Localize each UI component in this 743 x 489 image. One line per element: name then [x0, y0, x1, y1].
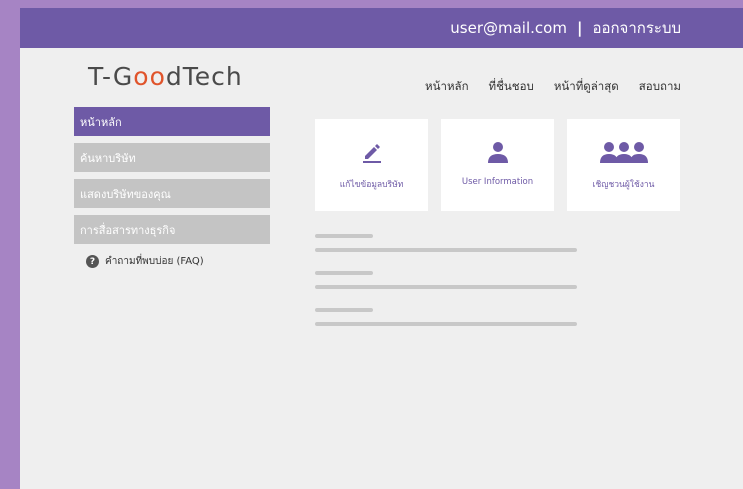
- logout-link[interactable]: ออกจากระบบ: [592, 16, 681, 40]
- pencil-icon: [315, 137, 428, 167]
- faq-label: คำถามที่พบบ่อย (FAQ): [105, 256, 204, 267]
- content-placeholder: [315, 234, 577, 345]
- card-label: User Information: [461, 177, 534, 187]
- logo-suffix: dTech: [165, 62, 243, 91]
- top-navigation: หน้าหลัก ที่ชื่นชอบ หน้าที่ดูล่าสุด สอบถ…: [425, 78, 681, 96]
- placeholder-line-long: [315, 248, 577, 252]
- sidebar-item-business-communication[interactable]: การสื่อสารทางธุรกิจ: [74, 215, 270, 244]
- placeholder-line-short: [315, 308, 373, 312]
- card-label: เชิญชวนผู้ใช้งาน: [592, 180, 655, 190]
- user-icon: [441, 137, 554, 167]
- nav-home[interactable]: หน้าหลัก: [425, 78, 469, 96]
- logo-accent: oo: [133, 62, 166, 91]
- logo[interactable]: T-GoodTech: [88, 62, 243, 91]
- nav-inquiry[interactable]: สอบถาม: [639, 78, 681, 96]
- app-frame: user@mail.com | ออกจากระบบ T-GoodTech หน…: [20, 8, 743, 489]
- users-group-icon: [567, 137, 680, 167]
- invite-users-card[interactable]: เชิญชวนผู้ใช้งาน: [567, 119, 680, 211]
- sidebar-item-show-your-company[interactable]: แสดงบริษัทของคุณ: [74, 179, 270, 208]
- sidebar-item-search-company[interactable]: ค้นหาบริษัท: [74, 143, 270, 172]
- user-information-card[interactable]: User Information: [441, 119, 554, 211]
- faq-link[interactable]: ? คำถามที่พบบ่อย (FAQ): [86, 254, 270, 269]
- logo-prefix: T-G: [88, 62, 134, 91]
- nav-recently-viewed[interactable]: หน้าที่ดูล่าสุด: [554, 78, 619, 96]
- header-divider: |: [576, 19, 583, 37]
- top-bar: user@mail.com | ออกจากระบบ: [20, 8, 743, 48]
- user-email: user@mail.com: [450, 19, 567, 37]
- edit-company-card[interactable]: แก้ไขข้อมูลบริษัท: [315, 119, 428, 211]
- account-area: user@mail.com | ออกจากระบบ: [450, 8, 681, 48]
- card-label: แก้ไขข้อมูลบริษัท: [339, 180, 404, 190]
- nav-favorites[interactable]: ที่ชื่นชอบ: [489, 78, 534, 96]
- question-icon: ?: [86, 255, 99, 268]
- sidebar-item-home[interactable]: หน้าหลัก: [74, 107, 270, 136]
- action-cards: แก้ไขข้อมูลบริษัท User Information เชิญช…: [315, 119, 680, 211]
- placeholder-line-short: [315, 234, 373, 238]
- placeholder-line-short: [315, 271, 373, 275]
- sidebar: หน้าหลัก ค้นหาบริษัท แสดงบริษัทของคุณ กา…: [74, 107, 270, 269]
- placeholder-line-long: [315, 322, 577, 326]
- placeholder-line-long: [315, 285, 577, 289]
